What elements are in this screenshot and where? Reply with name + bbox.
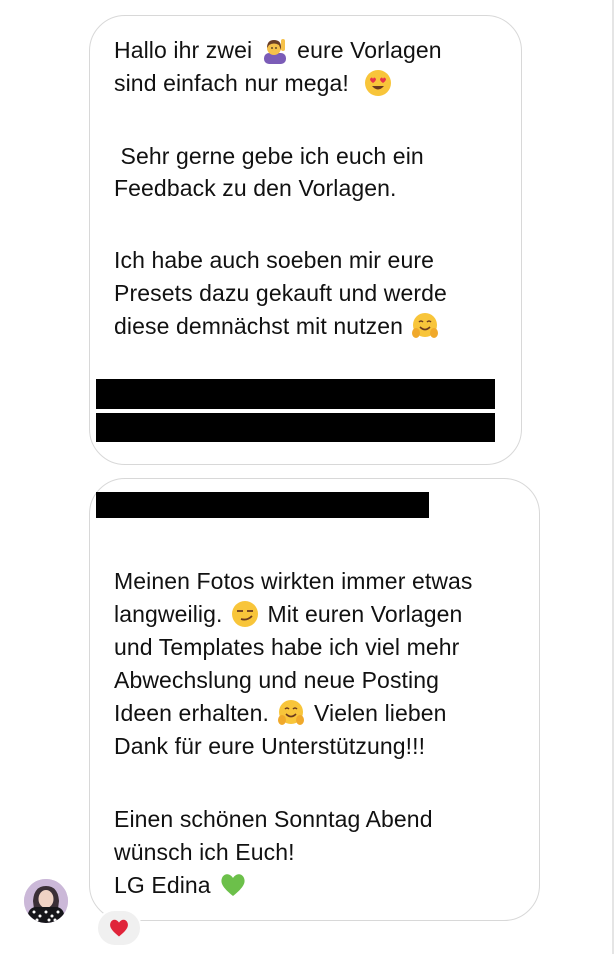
message-text: Sehr gerne gebe ich euch ein (120, 143, 424, 169)
message-bubble[interactable]: Hallo ihr zwei eure Vorlagen sind einfac… (89, 15, 522, 465)
green-heart-emoji-icon (221, 874, 245, 896)
message-line: Ideen erhalten. Vielen lieben (114, 698, 447, 728)
message-line: wünsch ich Euch! (114, 837, 295, 867)
message-text: Meinen Fotos wirkten immer etwas (114, 568, 473, 594)
message-text: langweilig. (114, 601, 223, 627)
message-text: LG Edina (114, 872, 211, 898)
message-line: Hallo ihr zwei eure Vorlagen (114, 35, 442, 65)
message-text: Dank für eure Unterstützung!!! (114, 733, 426, 759)
message-line: LG Edina (114, 870, 249, 900)
message-text: Ideen erhalten. (114, 700, 269, 726)
message-text: Mit euren Vorlagen (267, 601, 463, 627)
message-text: Presets dazu gekauft und werde (114, 280, 447, 306)
message-line: und Templates habe ich viel mehr (114, 632, 459, 662)
redacted-text-block (96, 379, 495, 409)
message-line: Presets dazu gekauft und werde (114, 278, 447, 308)
red-heart-icon (110, 919, 128, 937)
message-line: Ich habe auch soeben mir eure (114, 245, 434, 275)
raising-hand-emoji-icon (263, 39, 286, 64)
message-text: und Templates habe ich viel mehr (114, 634, 460, 660)
message-line: Sehr gerne gebe ich euch ein (114, 141, 424, 171)
avatar[interactable] (24, 879, 68, 923)
message-line: Abwechslung und neue Posting (114, 665, 439, 695)
hugging-face-emoji-icon (412, 313, 439, 338)
redacted-text-block (96, 413, 495, 442)
message-text: eure Vorlagen (297, 37, 442, 63)
message-line: Feedback zu den Vorlagen. (114, 173, 397, 203)
hugging-face-emoji-icon (278, 700, 305, 725)
message-text: sind einfach nur mega! (114, 70, 349, 96)
message-line: sind einfach nur mega! (114, 68, 394, 98)
message-line: diese demnächst mit nutzen (114, 311, 441, 341)
reaction-badge[interactable] (96, 909, 142, 947)
message-text: Feedback zu den Vorlagen. (114, 175, 397, 201)
message-bubble[interactable]: Meinen Fotos wirkten immer etwas langwei… (89, 478, 540, 921)
avatar-photo (24, 879, 68, 923)
message-text: wünsch ich Euch! (114, 839, 295, 865)
message-text: Hallo ihr zwei (114, 37, 253, 63)
message-line: langweilig. Mit euren Vorlagen (114, 599, 462, 629)
message-line: Dank für eure Unterstützung!!! (114, 731, 425, 761)
message-line: Einen schönen Sonntag Abend (114, 804, 433, 834)
message-text: Abwechslung und neue Posting (114, 667, 440, 693)
message-line: Meinen Fotos wirkten immer etwas (114, 566, 473, 596)
message-text: Einen schönen Sonntag Abend (114, 806, 433, 832)
message-text: Ich habe auch soeben mir eure (114, 247, 434, 273)
smirk-emoji-icon (232, 601, 258, 627)
message-text: diese demnächst mit nutzen (114, 313, 403, 339)
redacted-text-block (96, 492, 429, 518)
heart-eyes-emoji-icon (364, 70, 391, 96)
message-text: Vielen lieben (313, 700, 447, 726)
